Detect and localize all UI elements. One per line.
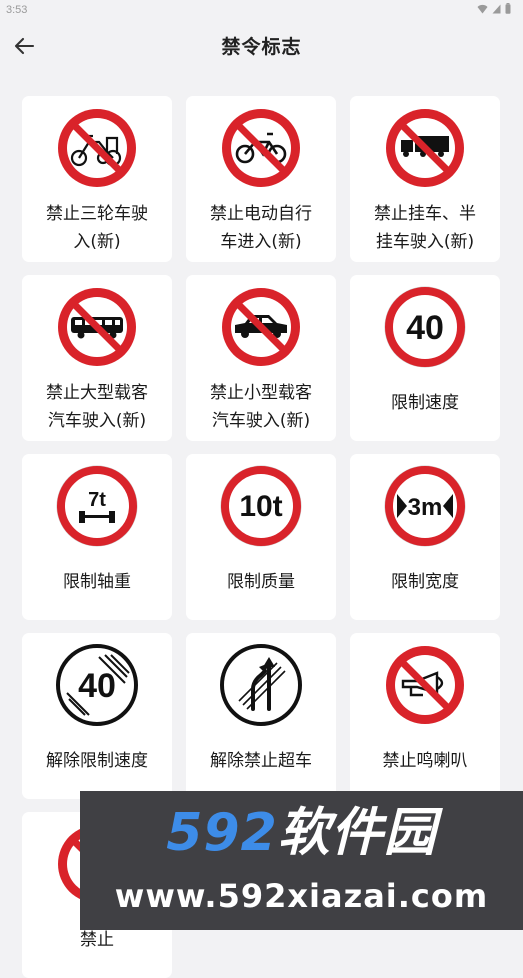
status-icons: [477, 3, 511, 14]
sign-label-line2: 汽车驶入(新): [47, 411, 147, 431]
end-no-overtaking-icon: [220, 644, 302, 726]
sign-card[interactable]: 40 解除限制速度: [22, 633, 172, 799]
sign-text: 10t: [239, 490, 282, 523]
sign-label: 禁止电动自行 车进入(新): [192, 200, 330, 256]
page-title: 禁令标志: [221, 36, 302, 58]
sign-label-line2: 汽车驶入(新): [211, 411, 311, 431]
sign-card[interactable]: 解除禁止超车: [186, 633, 336, 799]
axle-weight-limit-icon: 7t: [56, 465, 138, 547]
sign-card[interactable]: 3m 限制宽度: [350, 454, 500, 620]
sign-card[interactable]: 40 限制速度: [350, 275, 500, 441]
sign-label: 禁止三轮车驶 入(新): [28, 200, 166, 256]
status-time: 3:53: [6, 4, 28, 16]
sign-label: 禁止挂车、半 挂车驶入(新): [356, 200, 494, 256]
end-speed-limit-icon: 40: [56, 644, 138, 726]
watermark-brand-text: 软件园: [277, 803, 437, 863]
sign-label: 解除禁止超车: [210, 751, 312, 771]
sign-text: 3m: [408, 494, 443, 521]
no-tricycle-icon: [58, 109, 136, 187]
sign-card[interactable]: 禁止三轮车驶 入(新): [22, 96, 172, 262]
watermark-brand: 592软件园: [80, 801, 523, 865]
no-bus-icon: [58, 288, 136, 366]
sign-card[interactable]: 7t 限制轴重: [22, 454, 172, 620]
sign-label: 限制宽度: [391, 572, 459, 592]
sign-label: 解除限制速度: [46, 751, 148, 771]
weight-limit-icon: 10t: [220, 465, 302, 547]
watermark-banner: 592软件园 www.592xiazai.com: [80, 791, 523, 930]
app-header: 禁令标志: [0, 22, 523, 70]
sign-label-line1: 禁止小型载客: [210, 383, 312, 403]
sign-text: 40: [78, 667, 116, 705]
sign-label-line2: 入(新): [73, 232, 121, 252]
watermark-brand-number: 592: [166, 803, 278, 863]
no-car-icon: [222, 288, 300, 366]
no-electric-bicycle-icon: [222, 109, 300, 187]
sign-card[interactable]: 禁止鸣喇叭: [350, 633, 500, 799]
sign-label-line2: 车进入(新): [220, 232, 302, 252]
sign-label-line2: 挂车驶入(新): [375, 232, 475, 252]
sign-card[interactable]: 禁止挂车、半 挂车驶入(新): [350, 96, 500, 262]
speed-limit-icon: 40: [384, 286, 466, 368]
no-horn-icon: [386, 646, 464, 724]
sign-card[interactable]: 10t 限制质量: [186, 454, 336, 620]
signal-icon: [492, 4, 501, 13]
sign-card[interactable]: 禁止大型载客 汽车驶入(新): [22, 275, 172, 441]
sign-label-line1: 禁止三轮车驶: [46, 204, 148, 224]
sign-label: 限制质量: [227, 572, 295, 592]
sign-label-line1: 禁止大型载客: [46, 383, 148, 403]
wifi-icon: [477, 4, 488, 13]
sign-label: 禁止大型载客 汽车驶入(新): [28, 379, 166, 435]
sign-label: 禁止小型载客 汽车驶入(新): [192, 379, 330, 435]
width-limit-icon: 3m: [384, 465, 466, 547]
sign-text: 40: [406, 309, 444, 347]
sign-label-line1: 禁止挂车、半: [374, 204, 476, 224]
no-trailer-icon: [386, 109, 464, 187]
sign-label: 限制轴重: [63, 572, 131, 592]
battery-icon: [505, 3, 511, 14]
sign-card[interactable]: 禁止小型载客 汽车驶入(新): [186, 275, 336, 441]
sign-label: 限制速度: [391, 393, 459, 413]
sign-text: 7t: [88, 489, 106, 511]
sign-card[interactable]: 禁止电动自行 车进入(新): [186, 96, 336, 262]
sign-label-line1: 禁止电动自行: [210, 204, 312, 224]
status-bar: 3:53: [0, 0, 523, 20]
sign-label: 禁止: [80, 930, 114, 950]
watermark-url: www.592xiazai.com: [114, 877, 489, 915]
sign-label: 禁止鸣喇叭: [382, 751, 468, 771]
